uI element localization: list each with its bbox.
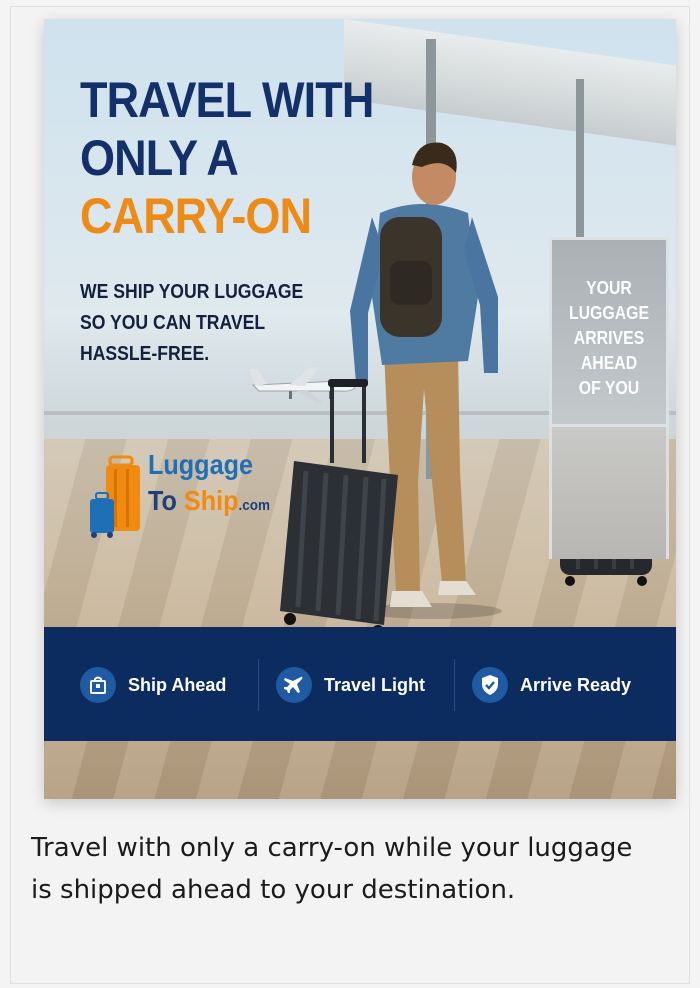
feature-arrive-ready: Arrive Ready <box>472 665 631 705</box>
headline-line: ONLY A <box>80 130 239 186</box>
feature-label: Travel Light <box>324 674 426 695</box>
shopping-bag-icon <box>80 667 116 703</box>
feature-label: Arrive Ready <box>520 674 632 695</box>
sign-line: LUGGAGE <box>568 303 650 323</box>
shield-check-icon <box>472 667 508 703</box>
luggage-to-ship-logo: Luggage To Ship.com <box>88 449 298 539</box>
sign-line: AHEAD <box>580 353 638 373</box>
headline-highlight: CARRY-ON <box>80 188 312 244</box>
sign-line: OF YOU <box>578 378 640 398</box>
ad-image-frame: YOUR LUGGAGE ARRIVES AHEAD OF YOU TRAVEL… <box>44 19 676 799</box>
airplane-icon <box>276 667 312 703</box>
feature-banner: Ship Ahead Travel Light Arrive Ready <box>44 627 676 741</box>
suitcase-logo-icon <box>90 455 140 538</box>
logo-word-luggage: Luggage <box>148 449 254 480</box>
subhead-line: SO YOU CAN TRAVEL <box>80 312 266 334</box>
arrival-sign: YOUR LUGGAGE ARRIVES AHEAD OF YOU <box>549 237 669 427</box>
image-caption: Travel with only a carry-on while your l… <box>31 833 633 905</box>
sign-stand <box>549 424 669 559</box>
subheadline: WE SHIP YOUR LUGGAGE SO YOU CAN TRAVEL H… <box>80 277 380 370</box>
sign-line: ARRIVES <box>573 328 645 348</box>
ad-image: YOUR LUGGAGE ARRIVES AHEAD OF YOU TRAVEL… <box>44 19 676 799</box>
image-card: YOUR LUGGAGE ARRIVES AHEAD OF YOU TRAVEL… <box>10 6 690 984</box>
logo-ship: Ship <box>183 485 239 516</box>
subhead-line: HASSLE-FREE. <box>80 343 210 365</box>
logo-word-toship: To Ship.com <box>148 485 270 517</box>
feature-ship-ahead: Ship Ahead <box>80 665 226 705</box>
feature-divider <box>258 659 259 711</box>
feature-travel-light: Travel Light <box>276 665 425 705</box>
logo-to: To <box>148 485 184 516</box>
logo-com: .com <box>238 497 271 514</box>
feature-label: Ship Ahead <box>128 674 227 695</box>
sign-line: YOUR <box>586 278 632 298</box>
feature-divider <box>454 659 455 711</box>
headline-line: TRAVEL WITH <box>80 72 374 128</box>
subhead-line: WE SHIP YOUR LUGGAGE <box>80 281 304 303</box>
headline: TRAVEL WITH ONLY A CARRY-ON <box>80 71 406 245</box>
